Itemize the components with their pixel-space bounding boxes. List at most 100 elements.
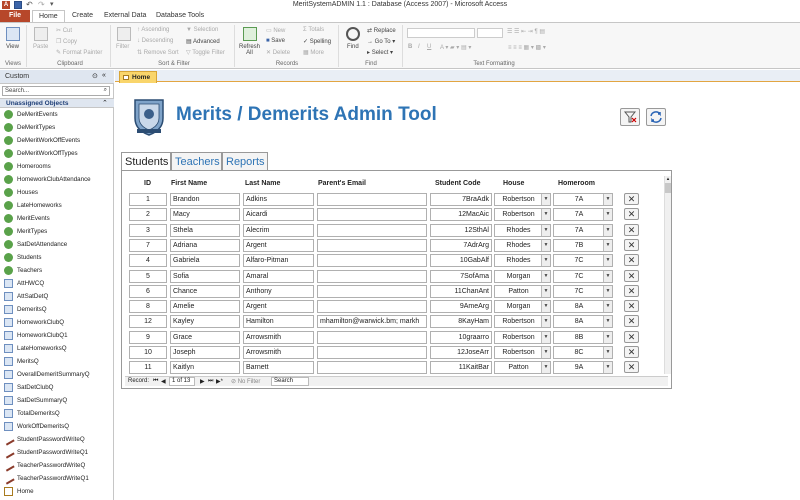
house-combo[interactable]: Morgan ▼ [494, 300, 551, 314]
dropdown-arrow-icon[interactable]: ▼ [541, 209, 550, 221]
nav-collapse-icon[interactable]: « [102, 72, 106, 79]
paste-icon[interactable] [34, 27, 48, 41]
dropdown-arrow-icon[interactable]: ▼ [541, 362, 550, 374]
id-field[interactable]: 3 [129, 223, 167, 237]
first-name-field[interactable]: Kayley [170, 315, 240, 329]
student-code-field[interactable]: 8KayHam [430, 315, 492, 329]
font-name-combo[interactable] [407, 28, 475, 38]
first-name-field[interactable]: Macy [170, 208, 240, 222]
nav-item[interactable]: TeacherPasswordWriteQ1 [2, 472, 89, 485]
house-combo[interactable]: Robertson ▼ [494, 315, 551, 329]
nav-header[interactable]: Custom ⊙ « [0, 70, 114, 84]
id-field[interactable]: 7 [129, 238, 167, 252]
dropdown-arrow-icon[interactable]: ▼ [603, 285, 612, 297]
nav-item[interactable]: WorkOffDemeritsQ [4, 420, 69, 433]
id-field[interactable]: 2 [129, 208, 167, 222]
nav-item[interactable]: MeritsQ [4, 355, 39, 368]
more-button[interactable]: ▦ More [303, 49, 324, 56]
last-name-field[interactable]: Aicardi [243, 208, 314, 222]
dropdown-arrow-icon[interactable]: ▼ [603, 239, 612, 251]
nav-item[interactable]: DeMeritWorkOffTypes [4, 147, 78, 160]
nav-item[interactable]: SatDetAttendance [4, 238, 67, 251]
delete-row-button[interactable]: ✕ [624, 208, 639, 221]
first-name-field[interactable]: Brandon [170, 193, 240, 206]
nav-category-header[interactable]: Unassigned Objects ⌃ [0, 98, 114, 108]
tab-database-tools[interactable]: Database Tools [150, 10, 210, 22]
delete-record-button[interactable]: ✕ Delete [266, 49, 290, 56]
nav-item[interactable]: HomeworkClubQ [4, 316, 64, 329]
next-record-icon[interactable]: ▶ [200, 378, 205, 385]
nav-item[interactable]: StudentPasswordWriteQ [2, 433, 85, 446]
id-field[interactable]: 9 [129, 330, 167, 344]
nav-item[interactable]: HomeworkClubAttendance [4, 173, 91, 186]
totals-button[interactable]: Σ Totals [303, 27, 324, 33]
nav-item[interactable]: MeritEvents [4, 212, 50, 225]
copy-button[interactable]: ❐ Copy [56, 38, 77, 45]
first-name-field[interactable]: Gabriela [170, 254, 240, 268]
delete-row-button[interactable]: ✕ [624, 193, 639, 205]
student-code-field[interactable]: 7BraAdk [430, 193, 492, 206]
house-combo[interactable]: Robertson ▼ [494, 346, 551, 359]
homeroom-combo[interactable]: 7B ▼ [553, 238, 613, 252]
house-combo[interactable]: Rhodes ▼ [494, 223, 551, 237]
last-name-field[interactable]: Argent [243, 238, 314, 252]
first-name-field[interactable]: Adriana [170, 238, 240, 252]
last-name-field[interactable]: Adkins [243, 193, 314, 206]
nav-item[interactable]: HomeworkClubQ1 [4, 329, 68, 342]
last-record-icon[interactable]: ⏭ [208, 378, 213, 385]
dropdown-arrow-icon[interactable]: ▼ [603, 347, 612, 358]
prev-record-icon[interactable]: ◀ [161, 378, 166, 385]
homeroom-combo[interactable]: 7A ▼ [553, 193, 613, 206]
dropdown-arrow-icon[interactable]: ▼ [541, 194, 550, 205]
scroll-thumb[interactable] [665, 183, 671, 193]
clear-filter-button[interactable] [620, 108, 640, 126]
nav-item[interactable]: DemeritsQ [4, 303, 47, 316]
homeroom-combo[interactable]: 7C ▼ [553, 284, 613, 298]
nav-item[interactable]: SatDetClubQ [4, 381, 53, 394]
filter-button[interactable]: Filter [116, 44, 129, 50]
student-code-field[interactable]: 10GabAlf [430, 254, 492, 268]
house-combo[interactable]: Robertson ▼ [494, 330, 551, 344]
homeroom-combo[interactable]: 8A ▼ [553, 315, 613, 329]
student-code-field[interactable]: 12JoseArr [430, 346, 492, 359]
homeroom-combo[interactable]: 7C ▼ [553, 254, 613, 268]
student-code-field[interactable]: 7AdrArg [430, 238, 492, 252]
dropdown-arrow-icon[interactable]: ▼ [541, 316, 550, 328]
dropdown-arrow-icon[interactable]: ▼ [541, 301, 550, 313]
house-combo[interactable]: Rhodes ▼ [494, 254, 551, 268]
nav-item[interactable]: DeMeritWorkOffEvents [4, 134, 80, 147]
last-name-field[interactable]: Arrowsmith [243, 346, 314, 359]
tab-teachers[interactable]: Teachers [171, 152, 222, 170]
nav-item[interactable]: DeMeritTypes [4, 121, 55, 134]
dropdown-arrow-icon[interactable]: ▼ [603, 270, 612, 282]
vertical-scrollbar[interactable]: ▴ [664, 176, 671, 374]
nav-item[interactable]: Home [4, 485, 34, 498]
format-painter-button[interactable]: ✎ Format Painter [56, 49, 102, 56]
spelling-button[interactable]: ✓ Spelling [303, 38, 331, 45]
id-field[interactable]: 6 [129, 284, 167, 298]
underline-button[interactable]: U [427, 44, 431, 50]
homeroom-combo[interactable]: 8C ▼ [553, 346, 613, 359]
homeroom-combo[interactable]: 8A ▼ [553, 300, 613, 314]
nav-item[interactable]: OverallDemeritSummaryQ [4, 368, 90, 381]
id-field[interactable]: 4 [129, 254, 167, 268]
record-position-input[interactable]: 1 of 13 [169, 377, 195, 386]
last-name-field[interactable]: Alfaro-Pitman [243, 254, 314, 268]
dropdown-arrow-icon[interactable]: ▼ [603, 209, 612, 221]
tab-external-data[interactable]: External Data [98, 10, 152, 22]
house-combo[interactable]: Robertson ▼ [494, 208, 551, 222]
remove-sort-button[interactable]: ⇅ Remove Sort [137, 49, 179, 56]
id-field[interactable]: 5 [129, 269, 167, 283]
nav-search-input[interactable]: Search... ⌕ [2, 86, 110, 96]
replace-button[interactable]: ⇄ Replace [367, 27, 396, 34]
dropdown-arrow-icon[interactable]: ▼ [541, 285, 550, 297]
dropdown-arrow-icon[interactable]: ▼ [603, 194, 612, 205]
parent-email-field[interactable] [317, 284, 427, 298]
house-combo[interactable]: Patton ▼ [494, 284, 551, 298]
student-code-field[interactable]: 11KaitBar [430, 361, 492, 375]
nav-item[interactable]: LateHomeworks [4, 199, 62, 212]
delete-row-button[interactable]: ✕ [624, 254, 639, 267]
find-button[interactable]: Find [347, 44, 359, 50]
last-name-field[interactable]: Barnett [243, 361, 314, 375]
last-name-field[interactable]: Amaral [243, 269, 314, 283]
